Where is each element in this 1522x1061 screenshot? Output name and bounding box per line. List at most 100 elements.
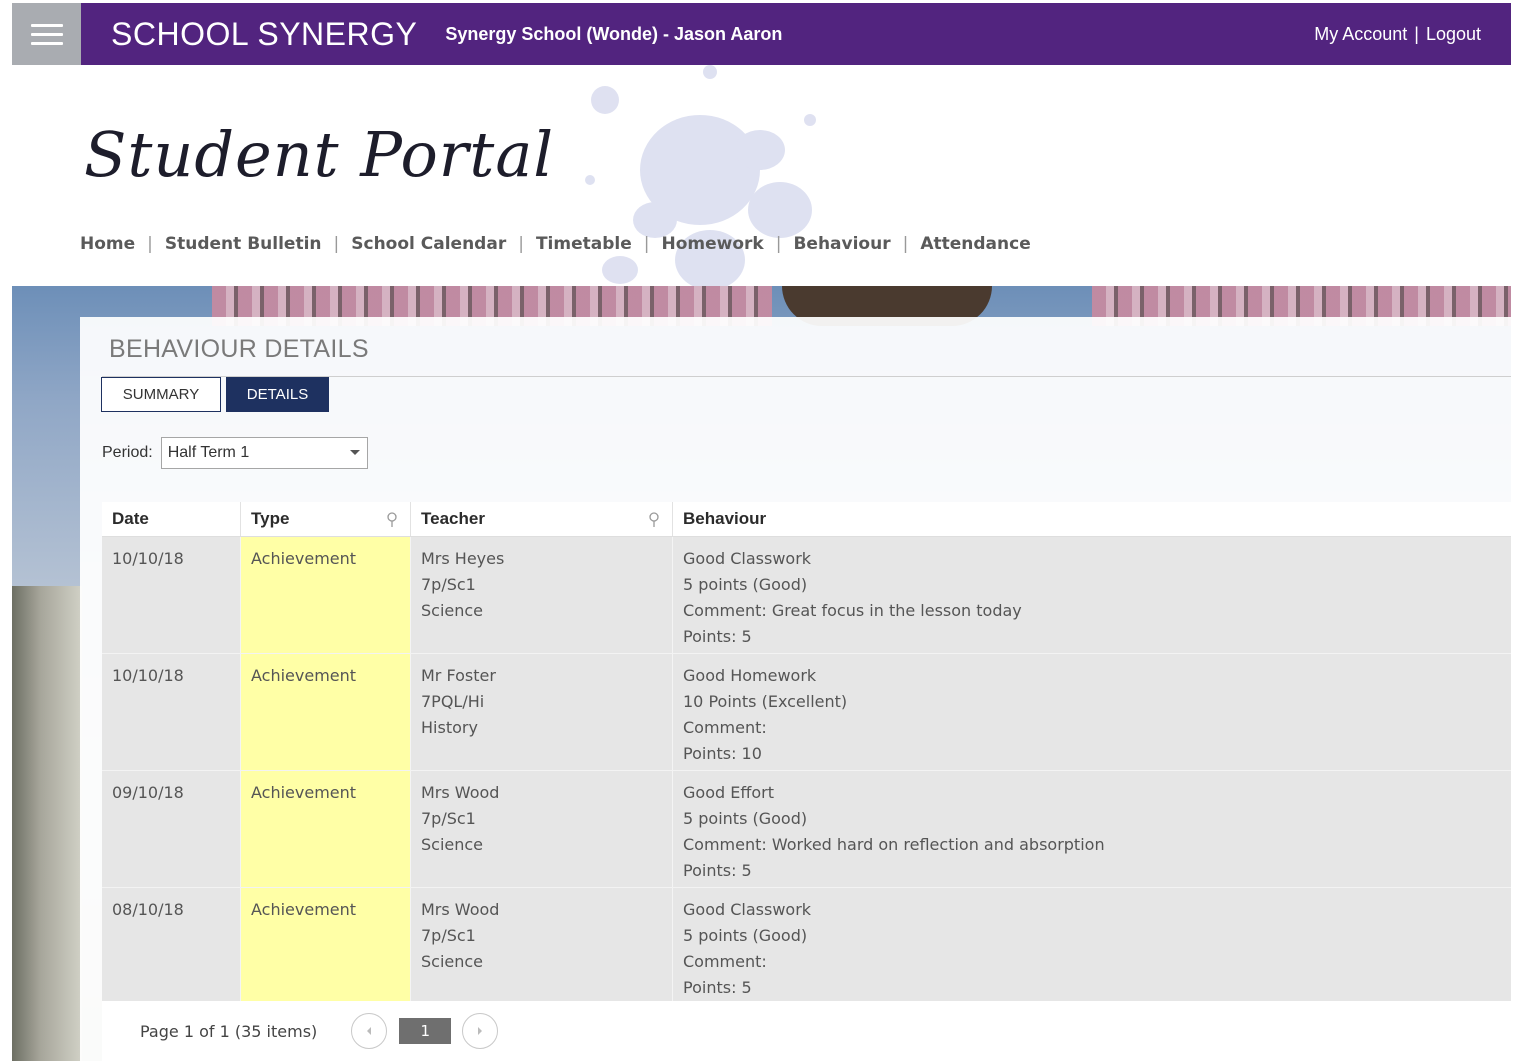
pager-prev-button[interactable] — [351, 1013, 388, 1049]
behaviour-grade: 5 points (Good) — [683, 575, 808, 594]
teacher-cell: Mr Foster 7PQL/Hi History — [410, 654, 672, 770]
type-cell: Achievement — [240, 771, 410, 887]
teacher-subject: Science — [421, 601, 484, 620]
behaviour-cell: Good Effort 5 points (Good) Comment: Wor… — [672, 771, 1511, 887]
period-selected-value: Half Term 1 — [167, 444, 250, 461]
brand-logo: SCHOOL SYNERGY — [111, 15, 418, 52]
hamburger-line — [30, 41, 63, 45]
filter-icon[interactable] — [386, 512, 398, 528]
chevron-left-icon — [367, 1027, 372, 1035]
hamburger-menu-button[interactable] — [12, 3, 81, 65]
date-cell: 09/10/18 — [102, 771, 240, 887]
date-value: 08/10/18 — [112, 900, 184, 919]
teacher-subject: Science — [421, 835, 484, 854]
school-user-label: Synergy School (Wonde) - Jason Aaron — [445, 23, 783, 44]
type-cell: Achievement — [240, 654, 410, 770]
column-header-type[interactable]: Type — [240, 502, 410, 536]
nav-item-home[interactable]: Home — [80, 234, 135, 254]
nav-item-student-bulletin[interactable]: Student Bulletin — [165, 234, 322, 254]
nav-separator: | — [147, 234, 153, 254]
behaviour-grade: 5 points (Good) — [683, 809, 808, 828]
nav-item-homework[interactable]: Homework — [661, 234, 763, 254]
account-separator: | — [1414, 23, 1419, 44]
behaviour-title: Good Classwork — [683, 549, 812, 568]
type-cell: Achievement — [240, 537, 410, 653]
nav-separator: | — [902, 234, 909, 254]
behaviour-comment: Comment: Great focus in the lesson today — [683, 601, 1022, 620]
tab-details[interactable]: DETAILS — [226, 377, 329, 412]
account-links: My Account | Logout — [1314, 24, 1481, 45]
behaviour-grade: 10 Points (Excellent) — [683, 692, 848, 711]
pager: Page 1 of 1 (35 items) 1 — [102, 1001, 1511, 1061]
behaviour-title: Good Homework — [683, 666, 817, 685]
teacher-subject: Science — [421, 952, 484, 971]
behaviour-comment: Comment: — [683, 952, 767, 971]
type-value: Achievement — [251, 549, 357, 568]
behaviour-cell: Good Homework 10 Points (Excellent) Comm… — [672, 654, 1511, 770]
teacher-cell: Mrs Heyes 7p/Sc1 Science — [410, 537, 672, 653]
teacher-cell: Mrs Wood 7p/Sc1 Science — [410, 888, 672, 1004]
column-header-label: Type — [251, 509, 290, 528]
nav-separator: | — [643, 234, 650, 254]
page-title: BEHAVIOUR DETAILS — [109, 335, 369, 363]
main-nav: Home | Student Bulletin | School Calenda… — [80, 234, 1031, 254]
type-value: Achievement — [251, 900, 357, 919]
hamburger-line — [30, 23, 63, 27]
column-header-label: Behaviour — [683, 509, 767, 528]
portal-title: Student Portal — [84, 118, 555, 191]
date-value: 09/10/18 — [112, 783, 184, 802]
date-cell: 10/10/18 — [102, 537, 240, 653]
column-header-label: Teacher — [421, 509, 485, 528]
column-header-behaviour[interactable]: Behaviour — [672, 502, 1511, 536]
period-filter: Period: Half Term 1 — [102, 437, 368, 469]
behaviour-title: Good Effort — [683, 783, 774, 802]
behaviour-comment: Comment: — [683, 718, 767, 737]
paint-splash-decoration — [585, 65, 816, 290]
period-dropdown[interactable]: Half Term 1 — [160, 437, 368, 469]
hamburger-line — [30, 32, 63, 36]
teacher-name: Mrs Heyes — [421, 549, 505, 568]
column-header-date[interactable]: Date — [102, 502, 240, 536]
table-row[interactable]: 08/10/18 Achievement Mrs Wood 7p/Sc1 Sci… — [102, 888, 1511, 1005]
top-bar: SCHOOL SYNERGY Synergy School (Wonde) - … — [12, 3, 1511, 65]
table-header: Date Type Teacher Behaviour — [102, 502, 1511, 537]
filter-icon[interactable] — [648, 512, 660, 528]
teacher-name: Mrs Wood — [421, 783, 500, 802]
nav-item-school-calendar[interactable]: School Calendar — [351, 234, 506, 254]
table-row[interactable]: 10/10/18 Achievement Mr Foster 7PQL/Hi H… — [102, 654, 1511, 771]
teacher-class: 7p/Sc1 — [421, 575, 476, 594]
nav-separator: | — [333, 234, 340, 254]
pager-info: Page 1 of 1 (35 items) — [140, 1021, 318, 1041]
teacher-name: Mrs Wood — [421, 900, 500, 919]
nav-separator: | — [775, 234, 782, 254]
teacher-cell: Mrs Wood 7p/Sc1 Science — [410, 771, 672, 887]
logout-link[interactable]: Logout — [1426, 24, 1481, 45]
nav-separator: | — [518, 234, 524, 254]
teacher-class: 7p/Sc1 — [421, 809, 476, 828]
table-row[interactable]: 09/10/18 Achievement Mrs Wood 7p/Sc1 Sci… — [102, 771, 1511, 888]
column-header-teacher[interactable]: Teacher — [410, 502, 672, 536]
column-header-label: Date — [112, 509, 149, 528]
nav-item-attendance[interactable]: Attendance — [920, 234, 1030, 254]
date-cell: 10/10/18 — [102, 654, 240, 770]
table-row[interactable]: 10/10/18 Achievement Mrs Heyes 7p/Sc1 Sc… — [102, 537, 1511, 654]
tab-summary[interactable]: SUMMARY — [101, 377, 221, 412]
behaviour-panel: BEHAVIOUR DETAILS SUMMARY DETAILS Period… — [80, 317, 1511, 1061]
behaviour-points: Points: 5 — [683, 627, 752, 646]
behaviour-table: Date Type Teacher Behaviour 10/10/18 Ach… — [102, 502, 1511, 1005]
type-value: Achievement — [251, 666, 357, 685]
tree-decoration — [12, 586, 82, 1061]
dropdown-caret-icon — [349, 450, 360, 455]
teacher-subject: History — [421, 718, 478, 737]
nav-item-behaviour[interactable]: Behaviour — [793, 234, 890, 254]
teacher-name: Mr Foster — [421, 666, 496, 685]
behaviour-points: Points: 10 — [683, 744, 762, 763]
nav-item-timetable[interactable]: Timetable — [536, 234, 632, 254]
pager-current-page[interactable]: 1 — [399, 1018, 452, 1044]
behaviour-title: Good Classwork — [683, 900, 812, 919]
my-account-link[interactable]: My Account — [1314, 24, 1407, 45]
pager-next-button[interactable] — [462, 1013, 499, 1049]
type-value: Achievement — [251, 783, 357, 802]
teacher-class: 7PQL/Hi — [421, 692, 485, 711]
chevron-right-icon — [478, 1027, 483, 1035]
